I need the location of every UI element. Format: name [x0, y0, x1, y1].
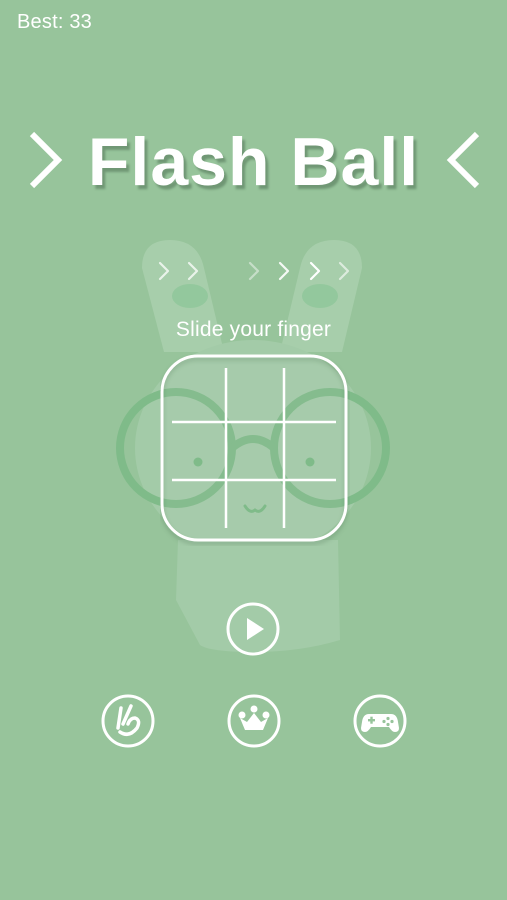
play-button[interactable]: [226, 602, 280, 656]
direction-arrows: [158, 261, 350, 281]
arrow-icon: [309, 261, 321, 281]
gesture-button[interactable]: [101, 694, 155, 748]
arrow-icon: [338, 261, 350, 281]
arrow-icon: [187, 261, 199, 281]
games-button[interactable]: [353, 694, 407, 748]
hand-icon: [101, 694, 155, 748]
play-icon: [226, 602, 280, 656]
tutorial-hint: Slide your finger: [175, 318, 332, 341]
arrow-icon: [248, 261, 260, 281]
swipe-grid: [160, 354, 348, 542]
leaderboard-button[interactable]: [227, 694, 281, 748]
arrow-icon: [158, 261, 170, 281]
crown-icon: [227, 694, 281, 748]
arrow-icon: [278, 261, 290, 281]
gamepad-icon: [353, 694, 407, 748]
